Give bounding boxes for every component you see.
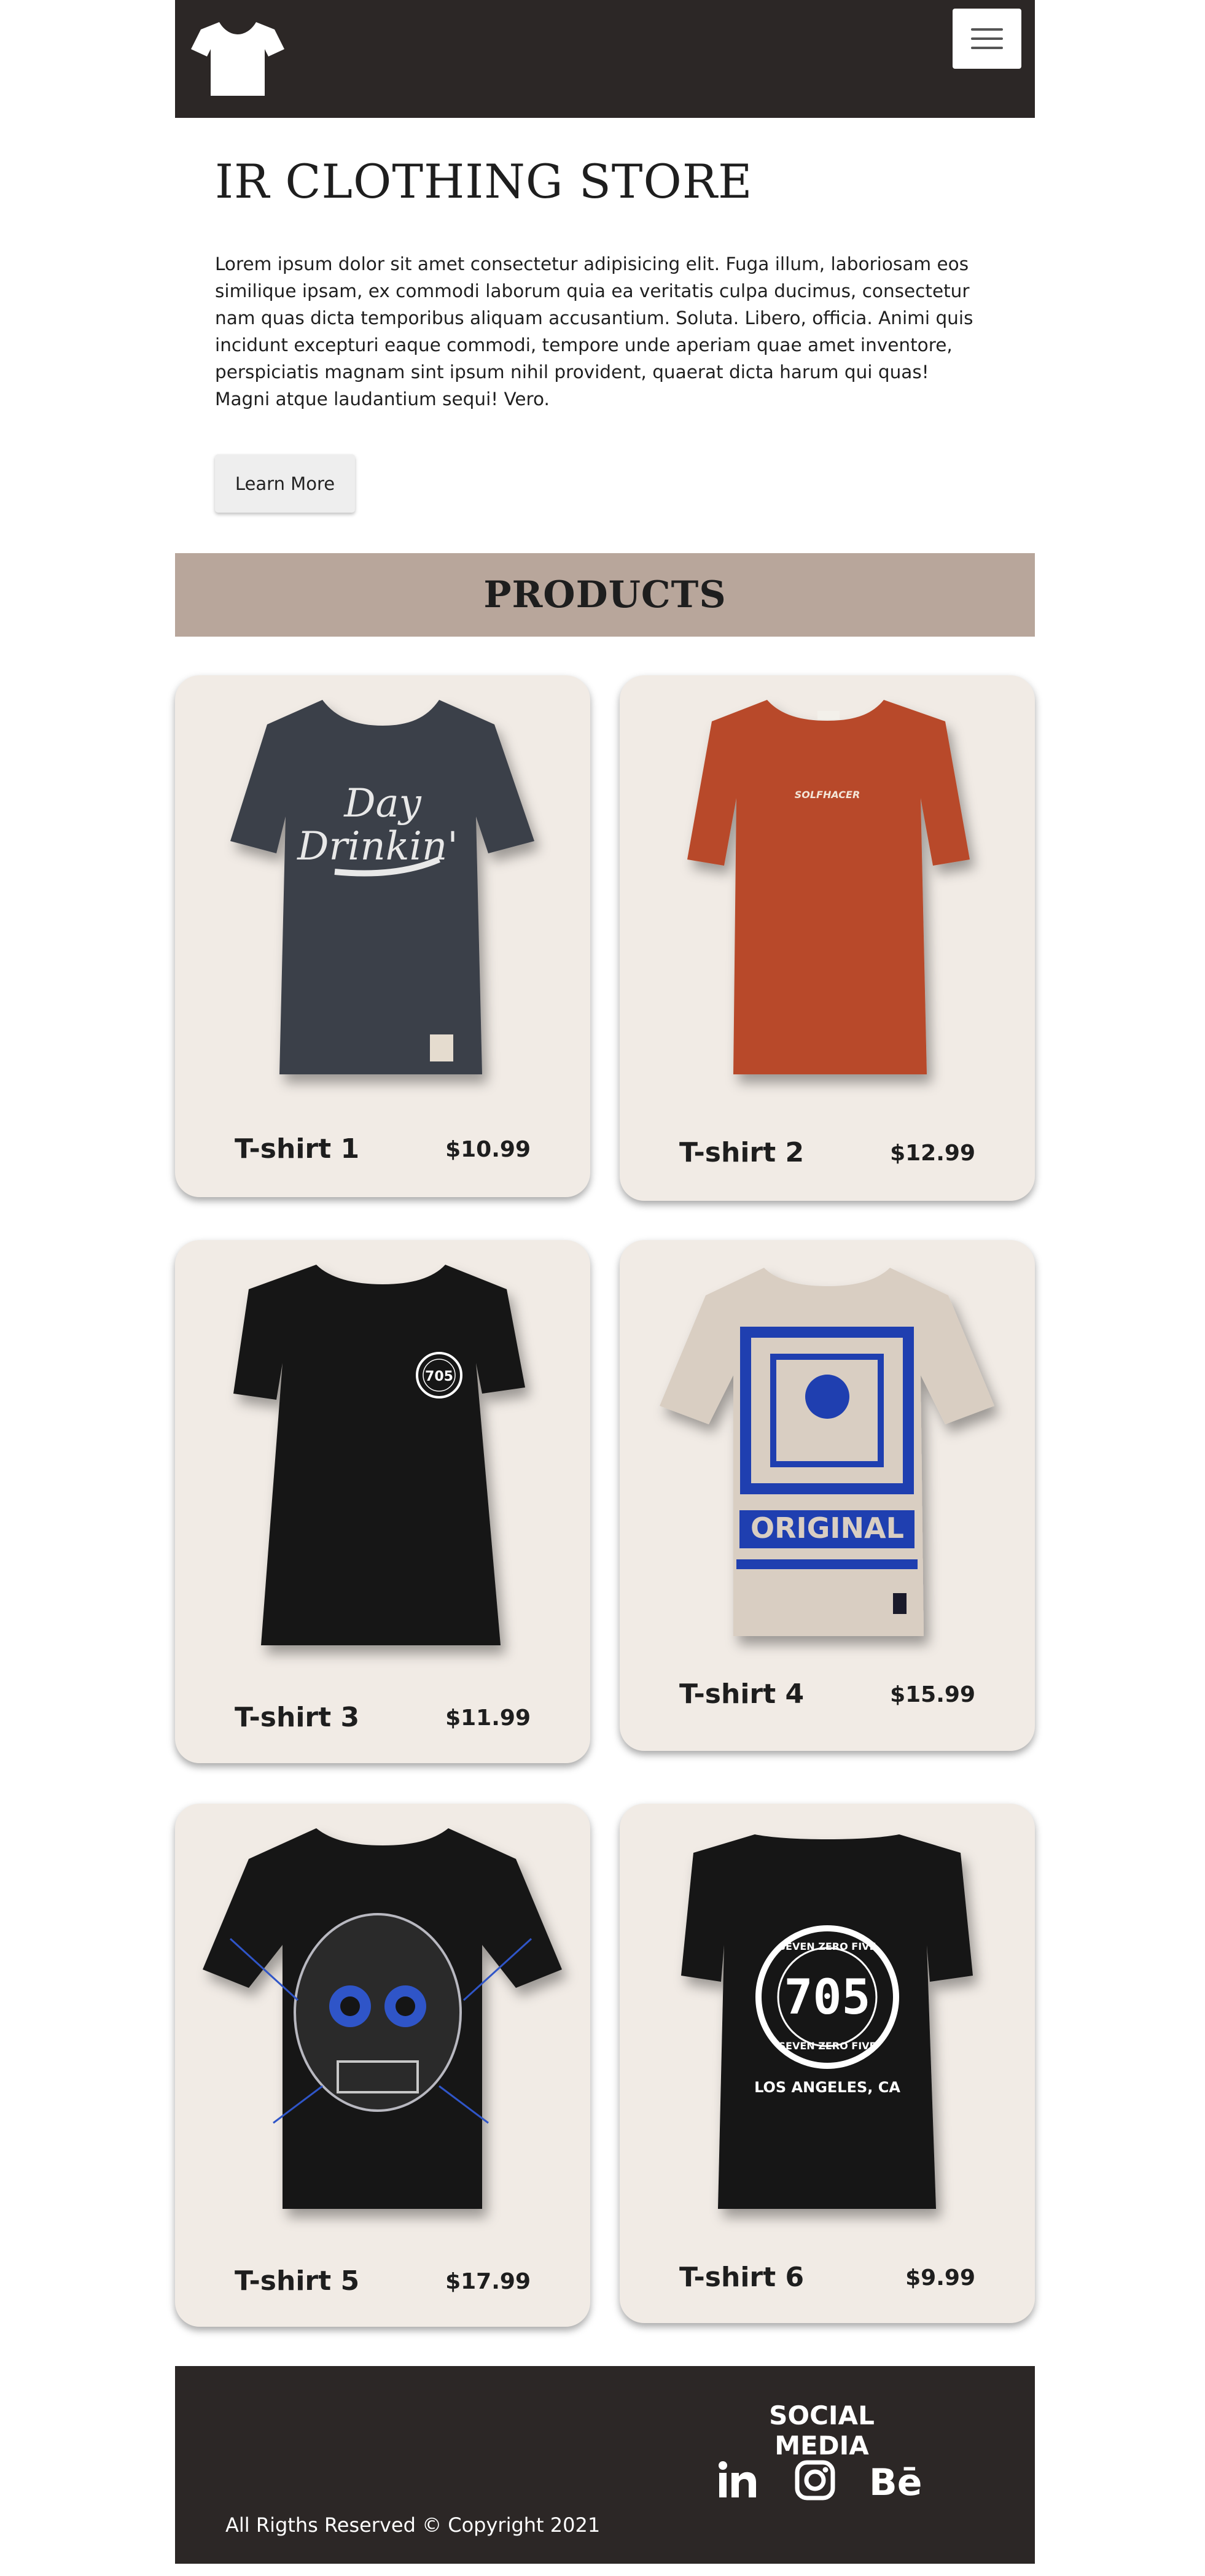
product-card[interactable]: SOLFHACER T-shirt 2 $12.99 [620,675,1035,1201]
product-name: T-shirt 2 [679,1137,805,1168]
product-name: T-shirt 3 [235,1702,360,1733]
learn-more-button[interactable]: Learn More [215,454,355,513]
svg-text:LOS ANGELES, CA: LOS ANGELES, CA [754,2079,900,2096]
page-title: IR CLOTHING STORE [215,154,753,209]
hero-description: Lorem ipsum dolor sit amet consectetur a… [215,254,973,409]
site-header [175,0,1035,118]
copyright-text: All Rigths Reserved © Copyright 2021 [225,2513,601,2537]
product-image[interactable]: 705 SEVEN ZERO FIVE SEVEN ZERO FIVE LOS … [620,1804,1035,2246]
svg-text:705: 705 [425,1369,453,1384]
svg-text:SEVEN ZERO FIVE: SEVEN ZERO FIVE [779,2040,876,2052]
hamburger-menu-icon-bar [971,37,1003,40]
t-shirt-icon[interactable] [190,20,286,97]
product-card[interactable]: 705 SEVEN ZERO FIVE SEVEN ZERO FIVE LOS … [620,1804,1035,2323]
svg-text:ORIGINAL: ORIGINAL [751,1511,904,1545]
svg-text:SOLFHACER: SOLFHACER [795,789,860,801]
page: IR CLOTHING STORE Lorem ipsum dolor sit … [175,0,1035,2576]
products-heading: PRODUCTS [483,573,727,616]
product-image[interactable]: ORIGINAL [620,1240,1035,1682]
hamburger-menu-icon-bar [971,47,1003,49]
product-name: T-shirt 5 [235,2265,360,2297]
product-name: T-shirt 1 [235,1133,360,1165]
product-name: T-shirt 6 [679,2262,805,2293]
product-price: $10.99 [445,1137,531,1162]
product-price: $15.99 [890,1682,975,1707]
product-card[interactable]: 705 T-shirt 3 $11.99 [175,1240,590,1763]
products-banner: PRODUCTS [175,553,1035,637]
svg-text:705: 705 [784,1970,871,2025]
product-card[interactable]: ORIGINAL T-shirt 4 $15.99 [620,1240,1035,1751]
product-name: T-shirt 4 [679,1678,805,1710]
behance-icon[interactable]: Bē [869,2458,928,2502]
product-image[interactable]: 705 [175,1240,590,1682]
product-price: $11.99 [445,1705,531,1731]
product-price: $9.99 [905,2265,975,2291]
svg-text:SEVEN ZERO FIVE: SEVEN ZERO FIVE [779,1941,876,1952]
svg-text:Bē: Bē [869,2461,922,2502]
product-card[interactable]: Day Drinkin' T-shirt 1 $10.99 [175,675,590,1197]
product-image[interactable] [175,1804,590,2246]
social-media-heading: SOCIAL MEDIA [769,2400,875,2461]
product-card[interactable]: T-shirt 5 $17.99 [175,1804,590,2327]
instagram-icon[interactable] [793,2458,837,2502]
product-image[interactable]: Day Drinkin' [175,675,590,1117]
hamburger-menu-icon [971,28,1003,31]
site-footer: SOCIAL MEDIA Bē All Rigths Reserved © Co… [175,2366,1035,2564]
hamburger-menu-button[interactable] [953,9,1021,69]
svg-text:Day: Day [343,781,421,826]
product-price: $12.99 [890,1141,975,1166]
linkedin-icon[interactable] [716,2458,760,2502]
product-price: $17.99 [445,2269,531,2294]
product-image[interactable]: SOLFHACER [620,675,1035,1117]
